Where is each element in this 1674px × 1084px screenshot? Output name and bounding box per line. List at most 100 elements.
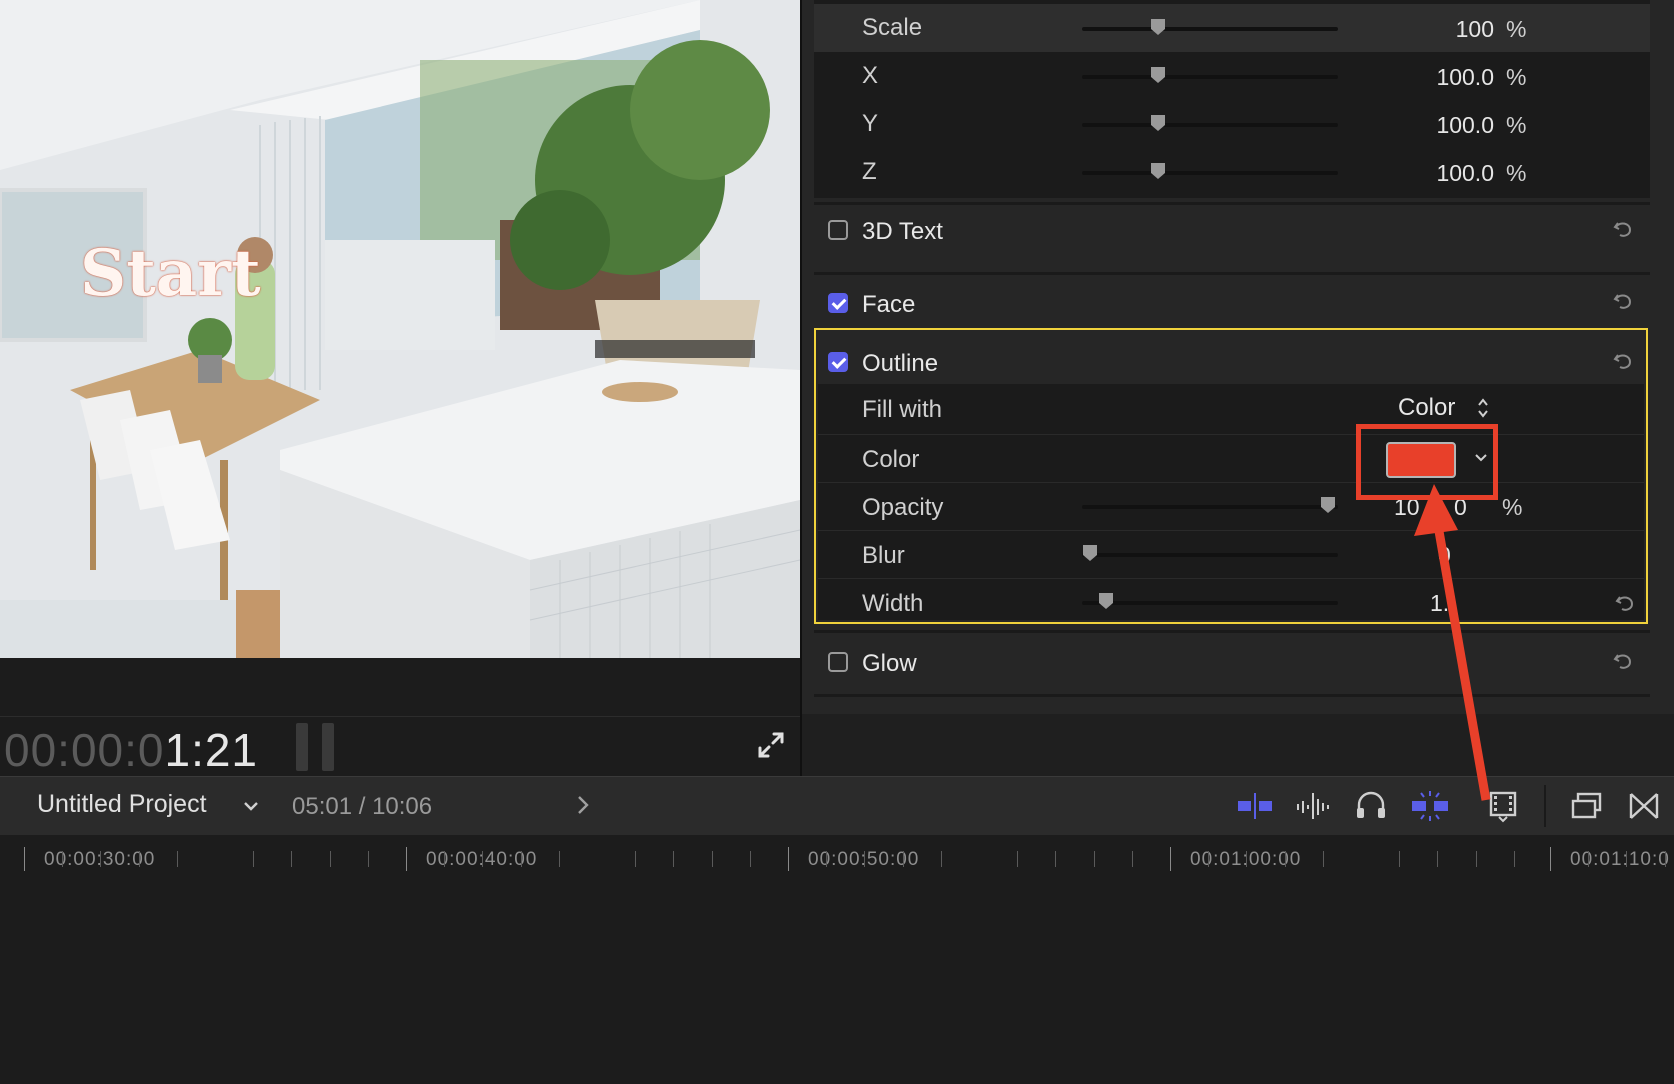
- z-label: Z: [862, 158, 877, 185]
- opacity-slider-thumb[interactable]: [1320, 496, 1336, 514]
- section-divider: [814, 272, 1650, 275]
- toolbar-divider: [1544, 785, 1546, 827]
- y-slider[interactable]: [1082, 123, 1338, 127]
- annotation-arrow-icon: [1414, 484, 1491, 801]
- ruler-minor-tick: [253, 851, 254, 867]
- fill-with-popup[interactable]: Color: [1398, 394, 1488, 424]
- outline-checkbox[interactable]: [828, 352, 848, 372]
- blur-slider-thumb[interactable]: [1082, 544, 1098, 562]
- section-glow[interactable]: Glow: [814, 638, 1650, 690]
- project-name: Untitled Project: [37, 790, 207, 818]
- ruler-minor-tick: [368, 851, 369, 867]
- ruler-minor-tick: [712, 851, 713, 867]
- scale-slider[interactable]: [1082, 27, 1338, 31]
- section-face[interactable]: Face: [814, 278, 1650, 328]
- blur-slider[interactable]: [1082, 553, 1338, 557]
- ruler-minor-tick: [903, 851, 904, 867]
- transitions-browser-icon[interactable]: [1628, 791, 1660, 821]
- text-inspector-panel: Scale 100 % X 100.0 % Y 100.0 % Z 100.0 …: [802, 0, 1674, 776]
- ruler-major-tick: [788, 847, 789, 871]
- x-label: X: [862, 62, 879, 89]
- ruler-minor-tick: [1246, 851, 1247, 867]
- y-slider-thumb[interactable]: [1150, 114, 1166, 132]
- 3d-text-checkbox[interactable]: [828, 220, 848, 240]
- ruler-minor-tick: [1476, 851, 1477, 867]
- section-divider: [814, 694, 1650, 697]
- y-value[interactable]: 100.0: [1374, 112, 1494, 139]
- glow-checkbox[interactable]: [828, 652, 848, 672]
- ruler-label: 00:01:10:0: [1570, 849, 1670, 870]
- snapping-icon[interactable]: [1236, 791, 1274, 821]
- reset-glow-icon[interactable]: [1612, 650, 1634, 672]
- timecode-dim: 00:00:0: [4, 724, 165, 776]
- video-viewer[interactable]: Start: [0, 0, 800, 658]
- pause-bar-right-icon: [322, 723, 334, 771]
- scale-slider-thumb[interactable]: [1150, 18, 1166, 36]
- fill-with-label: Fill with: [862, 396, 943, 423]
- project-menu[interactable]: Untitled Project: [37, 790, 258, 819]
- opacity-row: Opacity 10 0 %: [818, 482, 1644, 531]
- section-3d-text[interactable]: 3D Text: [814, 208, 1650, 264]
- scale-unit: %: [1506, 16, 1527, 42]
- reset-width-icon[interactable]: [1614, 592, 1636, 614]
- ruler-minor-tick: [1514, 851, 1515, 867]
- reset-face-icon[interactable]: [1612, 290, 1634, 312]
- ruler-minor-tick: [559, 851, 560, 867]
- updown-chevron-icon: [1478, 398, 1488, 418]
- ruler-minor-tick: [826, 851, 827, 867]
- reset-3d-text-icon[interactable]: [1612, 218, 1634, 240]
- scale-row: Scale 100 %: [814, 4, 1650, 52]
- ruler-minor-tick: [1094, 851, 1095, 867]
- timecode-display[interactable]: 00:00:01:21: [4, 723, 258, 777]
- project-menu-chevron-icon: [244, 802, 258, 811]
- z-slider[interactable]: [1082, 171, 1338, 175]
- ruler-minor-tick: [482, 851, 483, 867]
- timeline-ruler[interactable]: 00:00:30:00 00:00:40:00 00:00:50:00 00:0…: [0, 835, 1674, 885]
- ruler-minor-tick: [1285, 851, 1286, 867]
- x-slider-thumb[interactable]: [1150, 66, 1166, 84]
- y-row: Y 100.0 %: [814, 100, 1650, 148]
- ruler-minor-tick: [1399, 851, 1400, 867]
- ruler-major-tick: [24, 847, 25, 871]
- ruler-minor-tick: [941, 851, 942, 867]
- 3d-text-label: 3D Text: [862, 218, 943, 245]
- face-checkbox[interactable]: [828, 293, 848, 313]
- ruler-minor-tick: [62, 851, 63, 867]
- color-label: Color: [862, 446, 920, 473]
- section-outline[interactable]: Outline: [814, 338, 1650, 386]
- z-value[interactable]: 100.0: [1374, 160, 1494, 187]
- width-slider-thumb[interactable]: [1098, 592, 1114, 610]
- title-overlay-text[interactable]: Start: [80, 236, 261, 311]
- ruler-minor-tick: [521, 851, 522, 867]
- reset-outline-icon[interactable]: [1612, 350, 1634, 372]
- timecode-bright: 1:21: [164, 724, 259, 776]
- headphones-solo-icon[interactable]: [1354, 789, 1388, 821]
- ruler-minor-tick: [100, 851, 101, 867]
- fullscreen-expand-icon[interactable]: [755, 729, 787, 761]
- blur-row: Blur 0: [818, 530, 1644, 579]
- x-value[interactable]: 100.0: [1374, 64, 1494, 91]
- z-slider-thumb[interactable]: [1150, 162, 1166, 180]
- width-row: Width 1.: [818, 578, 1644, 626]
- audio-skimming-icon[interactable]: [1294, 791, 1332, 821]
- x-unit: %: [1506, 64, 1527, 90]
- x-slider[interactable]: [1082, 75, 1338, 79]
- width-label: Width: [862, 590, 924, 617]
- width-slider[interactable]: [1082, 601, 1338, 605]
- effects-browser-icon[interactable]: [1570, 791, 1604, 821]
- timeline-track-area[interactable]: [0, 885, 1674, 1084]
- ruler-major-tick: [1550, 847, 1551, 871]
- blur-label: Blur: [862, 542, 905, 569]
- ruler-minor-tick: [1437, 851, 1438, 867]
- chevron-right-icon[interactable]: [576, 794, 590, 816]
- timeline-position: 05:01 / 10:06: [292, 793, 433, 820]
- ruler-minor-tick: [1323, 851, 1324, 867]
- scale-value[interactable]: 100: [1374, 16, 1494, 43]
- pause-bar-left-icon: [296, 723, 308, 771]
- z-unit: %: [1506, 160, 1527, 186]
- video-frame-image: [0, 0, 800, 658]
- ruler-minor-tick: [1626, 851, 1627, 867]
- ruler-minor-tick: [864, 851, 865, 867]
- opacity-slider[interactable]: [1082, 505, 1338, 509]
- ruler-minor-tick: [1208, 851, 1209, 867]
